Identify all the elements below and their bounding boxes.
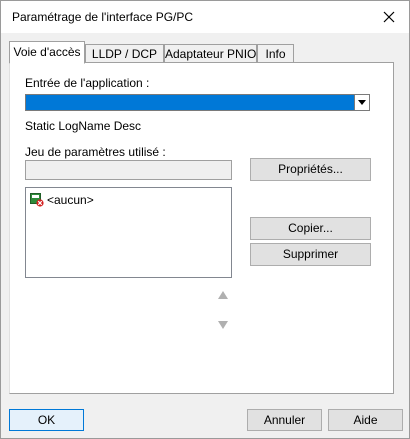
arrow-up-icon[interactable] <box>218 291 228 299</box>
close-icon <box>383 11 395 23</box>
dropdown-arrow[interactable] <box>354 95 369 110</box>
logname-desc: Static LogName Desc <box>25 119 142 133</box>
copy-button[interactable]: Copier... <box>250 217 371 240</box>
app-entry-dropdown[interactable] <box>25 94 370 111</box>
properties-button[interactable]: Propriétés... <box>250 158 371 181</box>
tab-access-path[interactable]: Voie d'accès <box>9 41 85 64</box>
window-title: Paramétrage de l'interface PG/PC <box>12 10 194 24</box>
delete-button[interactable]: Supprimer <box>250 243 371 266</box>
list-item-label: <aucun> <box>47 193 94 207</box>
arrow-down-icon[interactable] <box>218 321 228 329</box>
interface-list[interactable]: <aucun> <box>25 187 232 278</box>
tab-info[interactable]: Info <box>257 44 294 63</box>
tab-pnio-adapter[interactable]: Adaptateur PNIO <box>164 44 257 63</box>
param-set-label: Jeu de paramètres utilisé : <box>25 145 166 159</box>
close-button[interactable] <box>369 1 409 33</box>
title-bar: Paramétrage de l'interface PG/PC <box>1 1 409 33</box>
interface-none-icon <box>30 193 44 207</box>
cancel-button[interactable]: Annuler <box>247 409 322 431</box>
help-button[interactable]: Aide <box>328 409 403 431</box>
tab-lldp-dcp[interactable]: LLDP / DCP <box>85 44 164 63</box>
chevron-down-icon <box>358 100 366 105</box>
dialog-window: Paramétrage de l'interface PG/PC Voie d'… <box>0 0 410 439</box>
app-entry-label: Entrée de l'application : <box>25 76 150 90</box>
ok-button[interactable]: OK <box>9 409 84 431</box>
param-set-field <box>25 160 232 180</box>
